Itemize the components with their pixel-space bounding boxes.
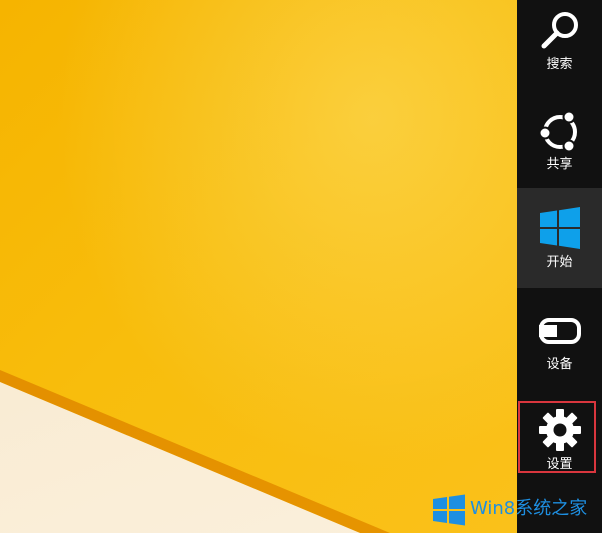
- charm-label-start: 开始: [546, 255, 573, 270]
- charm-label-search: 搜索: [546, 57, 573, 72]
- charm-share[interactable]: 共享: [517, 100, 602, 200]
- search-icon: [541, 12, 578, 49]
- charm-label-settings: 设置: [546, 457, 573, 472]
- charm-settings[interactable]: 设置: [517, 400, 602, 500]
- windows-logo-icon: [433, 494, 465, 526]
- charms-bar: 搜索 共享 开始 设备 设置: [517, 0, 602, 533]
- desktop-wallpaper: [0, 0, 517, 533]
- charm-label-share: 共享: [546, 157, 573, 172]
- site-watermark: Win8系统之家: [432, 492, 602, 528]
- devices-icon: [539, 318, 581, 344]
- charm-start[interactable]: 开始: [517, 188, 602, 288]
- watermark-text: Win8系统之家: [470, 498, 588, 519]
- share-icon: [538, 110, 577, 153]
- gear-icon: [539, 409, 581, 451]
- charm-devices[interactable]: 设备: [517, 300, 602, 400]
- charm-label-devices: 设备: [546, 357, 573, 372]
- charm-search[interactable]: 搜索: [517, 0, 602, 100]
- windows-logo-icon: [540, 207, 580, 249]
